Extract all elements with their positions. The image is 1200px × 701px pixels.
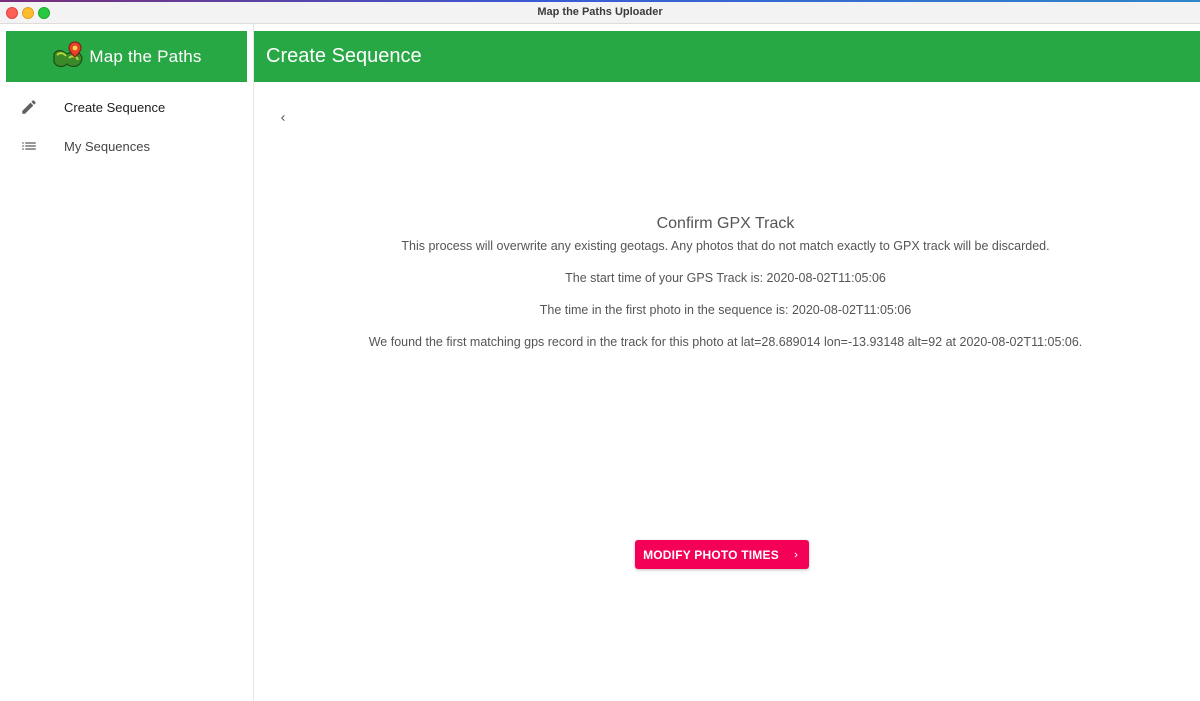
- matching-gps-record: We found the first matching gps record i…: [368, 335, 1083, 349]
- section-heading: Confirm GPX Track: [656, 215, 795, 232]
- button-label: MODIFY PHOTO TIMES: [643, 547, 779, 562]
- sidebar-item-create-sequence[interactable]: Create Sequence: [0, 89, 253, 125]
- page-title: Create Sequence: [266, 45, 422, 67]
- sidebar-item-label: Create Sequence: [64, 99, 166, 115]
- brand-label: Map the Paths: [89, 46, 202, 66]
- sidebar: Map the Paths Create Sequence My Sequenc…: [0, 24, 254, 701]
- pencil-icon: [22, 100, 36, 114]
- back-button[interactable]: [272, 107, 294, 129]
- chevron-right-icon: [794, 552, 798, 557]
- list-icon: [22, 142, 36, 150]
- sidebar-item-my-sequences[interactable]: My Sequences: [0, 128, 253, 164]
- window-title: Map the Paths Uploader: [537, 6, 663, 18]
- overwrite-warning-text: This process will overwrite any existing…: [401, 239, 1050, 253]
- sidebar-item-label: My Sequences: [64, 138, 150, 154]
- page-header: Create Sequence: [254, 31, 1200, 82]
- modify-photo-times-button[interactable]: MODIFY PHOTO TIMES: [635, 540, 809, 569]
- first-photo-time: The time in the first photo in the seque…: [539, 303, 912, 317]
- gps-track-start-time: The start time of your GPS Track is: 202…: [565, 271, 886, 285]
- brand-header: Map the Paths: [6, 31, 247, 82]
- map-pin-logo-icon: [53, 40, 83, 67]
- title-bar: Map the Paths Uploader: [0, 2, 1200, 24]
- chevron-left-icon: [281, 115, 285, 121]
